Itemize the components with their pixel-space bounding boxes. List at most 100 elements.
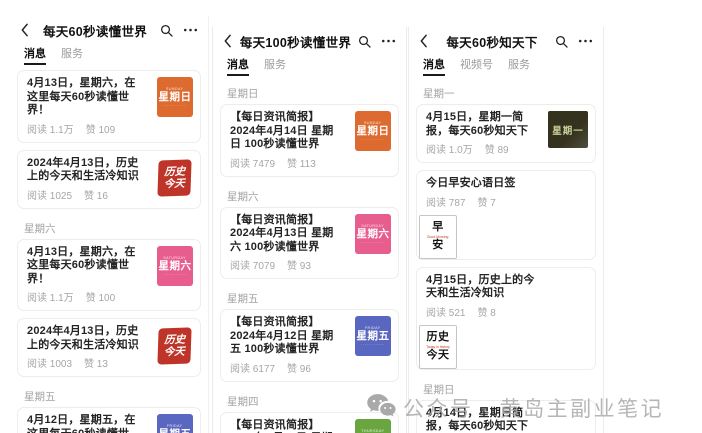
like-count: 赞 96 (287, 360, 311, 375)
saturday-badge-icon: SATURDAY星期六 (157, 246, 193, 286)
like-count: 赞 13 (84, 355, 108, 370)
message-title: 4月13日，星期六，在这里每天60秒读懂世界！ (27, 77, 145, 118)
history-today-icon: 历史Today in history今天 (419, 325, 457, 369)
message-title: 4月15日，历史上的今天和生活冷知识 (426, 274, 540, 301)
history-today-seal-icon: 历史今天 (155, 325, 193, 367)
search-icon[interactable] (358, 35, 371, 48)
read-count: 阅读 1.1万 (27, 121, 74, 136)
message-item[interactable]: 4月15日，历史上的今天和生活冷知识阅读 521 赞 8 历史Today in hi… (416, 267, 596, 370)
message-list: 星期一4月15日，星期一简报，每天60秒知天下阅读 1.0万赞 89星期一今日早… (409, 81, 603, 433)
read-count: 阅读 7079 (230, 257, 275, 272)
tab-bar: 消息视频号服务 (409, 53, 603, 81)
back-icon[interactable] (20, 23, 34, 37)
sunday-badge-icon: SUNDAY星期日 (157, 77, 193, 117)
message-title: 【每日资讯简报】2024年4月13日 星期六 100秒读懂世界 (230, 214, 343, 255)
message-item[interactable]: 2024年4月13日，历史上的今天和生活冷知识阅读 1003 赞 13 历史今天 (17, 318, 201, 377)
phone-screenshot-2: 每天100秒读懂世界消息服务星期日【每日资讯简报】2024年4月14日 星期日 … (212, 27, 407, 433)
good-morning-icon: 早Good Morning安 (419, 215, 457, 259)
thursday-badge-icon: THURSDAY星期四 (355, 419, 391, 433)
like-count: 赞 109 (86, 121, 115, 136)
more-icon[interactable] (381, 39, 396, 43)
message-title: 4月12日，星期五，在这里每天60秒读懂世界！ (27, 414, 145, 433)
message-title: 2024年4月13日，历史上的今天和生活冷知识 (27, 157, 145, 184)
panel-header: 每天60秒读懂世界 (10, 16, 208, 42)
sunday-badge-icon: SUNDAY星期日 (355, 111, 391, 151)
section-label: 星期六 (17, 216, 201, 239)
header-icons (555, 35, 593, 48)
saturday-badge-icon: SATURDAY星期六 (355, 214, 391, 254)
message-item[interactable]: 【每日资讯简报】2024年4月12日 星期五 100秒读懂世界阅读 6177赞 … (220, 309, 399, 382)
message-item[interactable]: 【每日资讯简报】2024年4月14日 星期日 100秒读懂世界阅读 7479 赞 … (220, 104, 399, 177)
like-count: 赞 100 (86, 289, 115, 304)
section-label: 星期四 (220, 389, 399, 412)
header-icons (358, 35, 396, 48)
message-title: 2024年4月13日，历史上的今天和生活冷知识 (27, 325, 145, 352)
section-label: 星期一 (416, 81, 596, 104)
message-meta: 阅读 7079 赞 93 (230, 257, 389, 272)
message-meta: 阅读 521 赞 8 (426, 304, 586, 319)
read-count: 阅读 1.1万 (27, 289, 74, 304)
read-count: 阅读 7479 (230, 155, 275, 170)
read-count: 阅读 521 (426, 304, 465, 319)
message-meta: 阅读 6177 赞 96 (230, 360, 389, 375)
tab-channels[interactable]: 视频号 (460, 56, 493, 76)
message-item[interactable]: 4月12日，星期五，在这里每天60秒读懂世界！阅读 1.3万赞 120FRIDA… (17, 407, 201, 433)
message-title: 4月14日，星期日简报，每天60秒知天下 (426, 407, 540, 433)
tab-bar: 消息服务 (10, 42, 208, 70)
friday-badge-icon: FRIDAY星期五 (157, 414, 193, 433)
message-meta: 阅读 1.1万赞 109 (27, 121, 191, 136)
more-icon[interactable] (183, 28, 198, 32)
panel-header: 每天60秒知天下 (409, 27, 603, 53)
like-count: 赞 16 (84, 187, 108, 202)
message-list: 星期日【每日资讯简报】2024年4月14日 星期日 100秒读懂世界阅读 747… (213, 81, 406, 433)
message-item[interactable]: 【每日资讯简报】2024年4月11日 星期四 100秒读懂世界阅读 8664赞 … (220, 412, 399, 433)
message-list: 4月13日，星期六，在这里每天60秒读懂世界！阅读 1.1万赞 109SUNDA… (10, 70, 208, 433)
phone-screenshot-1: 每天60秒读懂世界消息服务 4月13日，星期六，在这里每天60秒读懂世界！ 阅读 1… (10, 16, 209, 433)
more-icon[interactable] (578, 39, 593, 43)
message-title: 4月13日，星期六，在这里每天60秒读懂世界！ (27, 246, 145, 287)
panel-title: 每天60秒读懂世界 (34, 21, 156, 40)
back-icon[interactable] (223, 34, 237, 48)
message-title: 4月15日，星期一简报，每天60秒知天下 (426, 111, 540, 138)
message-item[interactable]: 2024年4月13日，历史上的今天和生活冷知识阅读 1025 赞 16 历史今天 (17, 150, 201, 209)
monday-photo-icon: 星期一 (548, 111, 588, 148)
section-label: 星期五 (220, 286, 399, 309)
read-count: 阅读 1025 (27, 187, 72, 202)
like-count: 赞 89 (485, 141, 509, 156)
message-item[interactable]: 4月15日，星期一简报，每天60秒知天下阅读 1.0万赞 89 星期一 (416, 104, 596, 163)
like-count: 赞 93 (287, 257, 311, 272)
read-count: 阅读 1.0万 (426, 141, 473, 156)
back-icon[interactable] (419, 34, 433, 48)
message-meta: 阅读 1.1万赞 100 (27, 289, 191, 304)
message-meta: 阅读 787赞 7 (426, 194, 586, 209)
read-count: 阅读 6177 (230, 360, 275, 375)
tab-services[interactable]: 服务 (508, 56, 530, 76)
message-item[interactable]: 4月14日，星期日简报，每天60秒知天下阅读 6472赞 68简NEWS报 (416, 400, 596, 433)
panel-title: 每天60秒知天下 (433, 32, 551, 51)
message-item[interactable]: 4月13日，星期六，在这里每天60秒读懂世界！ 阅读 1.1万赞 100 SATUR… (17, 239, 201, 312)
tab-messages[interactable]: 消息 (423, 56, 445, 76)
message-item[interactable]: 【每日资讯简报】2024年4月13日 星期六 100秒读懂世界阅读 7079 赞 … (220, 207, 399, 280)
phone-screenshot-3: 每天60秒知天下消息视频号服务星期一4月15日，星期一简报，每天60秒知天下阅读… (408, 27, 604, 433)
panel-header: 每天100秒读懂世界 (213, 27, 406, 53)
tab-services[interactable]: 服务 (61, 45, 83, 65)
search-icon[interactable] (160, 24, 173, 37)
message-item[interactable]: 今日早安心语日签阅读 787赞 7早Good Morning安 (416, 170, 596, 260)
read-count: 阅读 1003 (27, 355, 72, 370)
tab-services[interactable]: 服务 (264, 56, 286, 76)
section-label: 星期五 (17, 384, 201, 407)
history-today-seal-icon: 历史今天 (155, 157, 193, 199)
like-count: 赞 8 (477, 304, 495, 319)
tab-messages[interactable]: 消息 (24, 45, 46, 65)
read-count: 阅读 787 (426, 194, 465, 209)
tab-messages[interactable]: 消息 (227, 56, 249, 76)
search-icon[interactable] (555, 35, 568, 48)
friday-badge-icon: FRIDAY星期五 (355, 316, 391, 356)
tab-bar: 消息服务 (213, 53, 406, 81)
message-meta: 阅读 7479 赞 113 (230, 155, 389, 170)
message-title: 【每日资讯简报】2024年4月11日 星期四 100秒读懂世界 (230, 419, 343, 433)
message-title: 【每日资讯简报】2024年4月14日 星期日 100秒读懂世界 (230, 111, 343, 152)
message-item[interactable]: 4月13日，星期六，在这里每天60秒读懂世界！ 阅读 1.1万赞 109 SUNDA… (17, 70, 201, 143)
like-count: 赞 113 (287, 155, 316, 170)
section-label: 星期日 (220, 81, 399, 104)
